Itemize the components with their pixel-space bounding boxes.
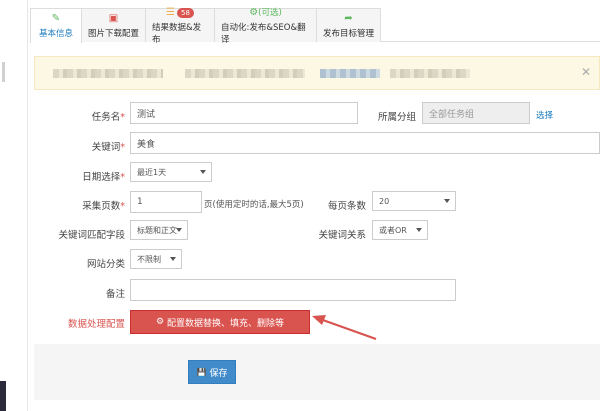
tab-bar: ✎ 基本信息 ▣ 图片下载配置 ☰ 58 结果数据&发布 ⚙(可选) 自动化:发布… — [30, 6, 600, 45]
tab-automation[interactable]: ⚙(可选) 自动化:发布&SEO&翻译 — [214, 6, 317, 45]
redacted-text — [390, 69, 470, 78]
tab-label: 图片下载配置 — [88, 28, 140, 39]
group-input: 全部任务组 — [422, 102, 530, 124]
task-name-input[interactable]: 测试 — [130, 102, 358, 124]
gears-icon: ⚙(可选) — [249, 6, 282, 18]
redacted-text — [53, 69, 163, 78]
keyword-label: 关键词* — [91, 142, 125, 153]
group-label: 所属分组 — [377, 112, 416, 123]
remark-input[interactable] — [130, 279, 456, 301]
image-icon: ▣ — [108, 12, 119, 24]
group-select-link[interactable]: 选择 — [536, 109, 553, 121]
chevron-down-icon — [444, 199, 450, 203]
tab-basic-info[interactable]: ✎ 基本信息 — [30, 8, 82, 43]
relation-select[interactable]: 或者OR — [372, 220, 428, 240]
configure-data-processing-label: 配置数据替换、填充、删除等 — [167, 318, 285, 329]
relation-label: 关键词关系 — [318, 230, 366, 241]
annotation-arrow — [312, 315, 377, 340]
left-rail — [0, 0, 28, 411]
match-field-value: 标题和正文 — [137, 225, 177, 235]
redacted-text — [185, 69, 305, 78]
pages-input[interactable]: 1 — [130, 191, 202, 213]
left-rail-marker — [2, 62, 5, 82]
date-select[interactable]: 最近1天 — [130, 162, 212, 182]
redacted-link — [320, 69, 380, 78]
keyword-value: 美食 — [137, 139, 156, 150]
share-icon: ➦ — [344, 12, 353, 24]
form-footer — [34, 344, 600, 400]
pages-label: 采集页数* — [82, 201, 125, 212]
tab-publish-targets[interactable]: ➦ 发布目标管理 — [316, 8, 381, 42]
tab-optional-label: (可选) — [258, 7, 282, 18]
data-processing-label: 数据处理配置 — [67, 319, 125, 330]
tab-label: 基本信息 — [38, 29, 73, 39]
chevron-down-icon — [200, 170, 206, 174]
tab-image-download[interactable]: ▣ 图片下载配置 — [81, 8, 146, 42]
site-category-label: 网站分类 — [86, 259, 125, 270]
pages-hint: 页(使用定时的话,最大5页) — [204, 200, 304, 210]
save-button[interactable]: 💾 保存 — [188, 360, 236, 384]
edit-icon: ✎ — [51, 13, 61, 24]
per-page-select[interactable]: 20 — [372, 191, 456, 211]
per-page-value: 20 — [379, 196, 390, 206]
site-category-value: 不限制 — [137, 254, 161, 264]
gear-icon: ⚙ — [155, 317, 165, 327]
save-icon: 💾 — [196, 367, 207, 377]
chevron-down-icon — [416, 228, 422, 232]
tab-results-publish[interactable]: ☰ 58 结果数据&发布 — [145, 7, 215, 45]
match-field-label: 关键词匹配字段 — [58, 230, 125, 241]
notice-banner: ✕ — [34, 56, 600, 90]
configure-data-processing-button[interactable]: ⚙ 配置数据替换、填充、删除等 — [130, 310, 310, 334]
tab-label: 结果数据&发布 — [152, 22, 202, 45]
chevron-down-icon — [170, 257, 176, 261]
date-value: 最近1天 — [137, 167, 167, 177]
task-name-label: 任务名* — [91, 112, 125, 123]
database-icon: ☰ 58 — [166, 7, 194, 19]
close-icon[interactable]: ✕ — [581, 65, 591, 79]
tab-badge: 58 — [177, 7, 194, 18]
pages-value: 1 — [137, 197, 143, 207]
relation-value: 或者OR — [379, 225, 407, 235]
site-category-select[interactable]: 不限制 — [130, 249, 182, 269]
keyword-input[interactable]: 美食 — [130, 132, 600, 154]
group-value: 全部任务组 — [429, 109, 475, 120]
task-name-value: 测试 — [137, 109, 156, 120]
chevron-down-icon — [176, 228, 182, 232]
left-rail-dark-corner — [0, 381, 6, 411]
tab-label: 自动化:发布&SEO&翻译 — [221, 22, 306, 45]
match-field-select[interactable]: 标题和正文 — [130, 220, 188, 240]
tab-label: 发布目标管理 — [323, 28, 375, 39]
save-button-label: 保存 — [209, 368, 228, 379]
per-page-label: 每页条数 — [327, 201, 366, 212]
date-label: 日期选择* — [82, 172, 125, 183]
remark-label: 备注 — [105, 289, 125, 300]
